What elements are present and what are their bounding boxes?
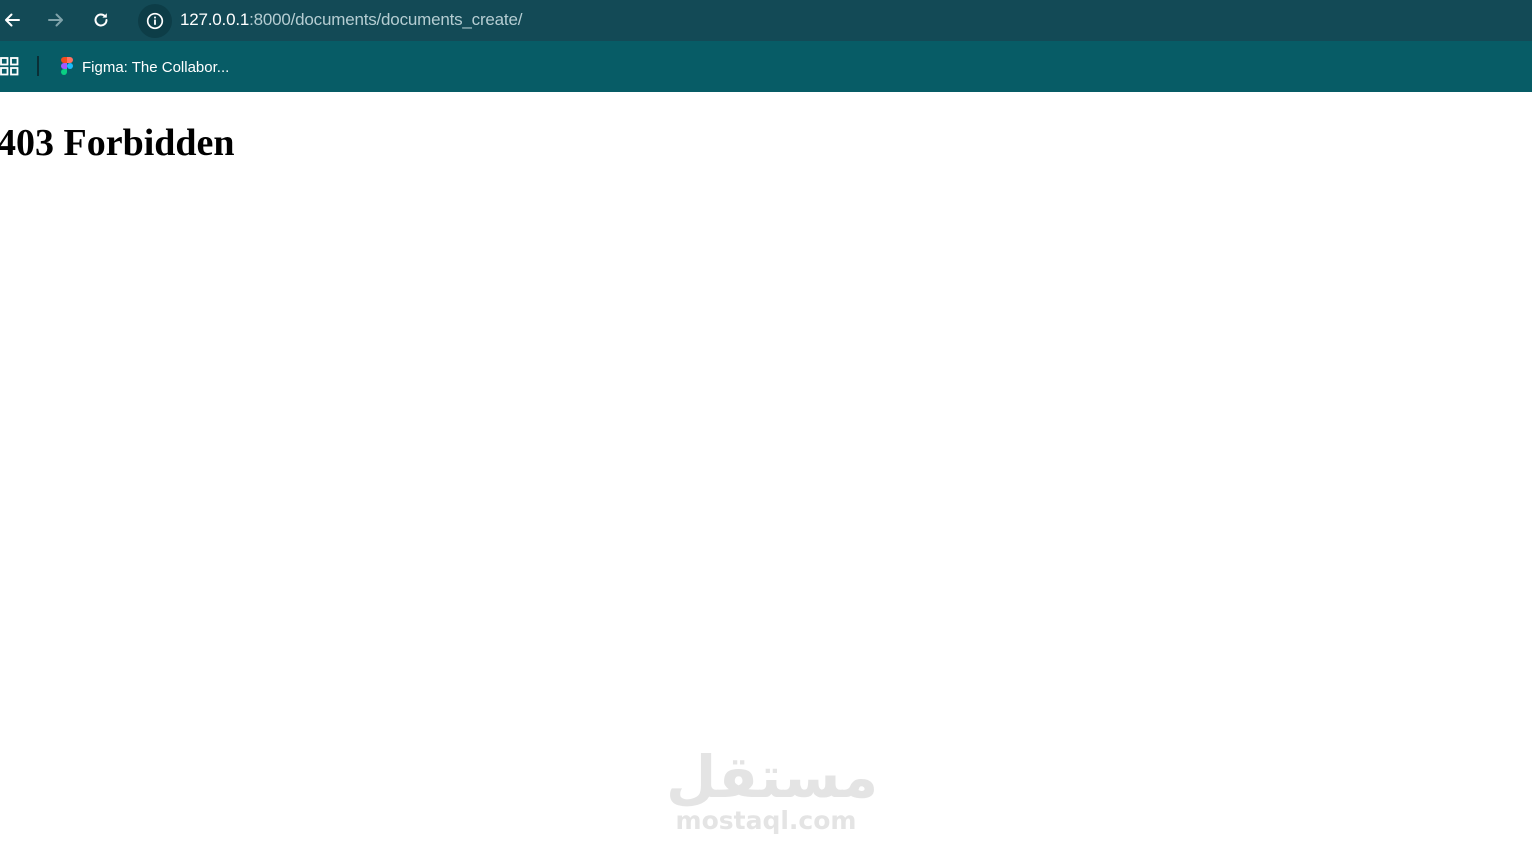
bookmark-figma[interactable]: Figma: The Collabor... bbox=[54, 52, 235, 82]
bookmarks-divider bbox=[37, 56, 39, 76]
watermark: مستقل mostaql.com bbox=[666, 743, 879, 840]
forward-button[interactable] bbox=[40, 4, 72, 36]
address-bar[interactable]: 127.0.0.1:8000/documents/documents_creat… bbox=[134, 0, 1532, 41]
bookmark-label: Figma: The Collabor... bbox=[82, 58, 230, 76]
arrow-left-icon bbox=[5, 13, 20, 27]
info-icon bbox=[146, 12, 164, 30]
site-info-button[interactable] bbox=[138, 4, 172, 38]
watermark-arabic: مستقل bbox=[666, 743, 879, 811]
apps-button[interactable] bbox=[0, 57, 20, 77]
back-button[interactable] bbox=[0, 4, 28, 36]
browser-toolbar: 127.0.0.1:8000/documents/documents_creat… bbox=[0, 0, 1532, 41]
watermark-latin: mostaql.com bbox=[675, 806, 857, 835]
apps-grid-icon bbox=[0, 57, 19, 76]
url-text[interactable]: 127.0.0.1:8000/documents/documents_creat… bbox=[180, 10, 522, 30]
page-title: 403 Forbidden bbox=[0, 122, 235, 164]
page-content: 403 Forbidden bbox=[0, 92, 1532, 855]
reload-button[interactable] bbox=[85, 4, 117, 36]
figma-icon bbox=[61, 57, 73, 75]
url-host: 127.0.0.1 bbox=[180, 10, 250, 29]
bookmarks-bar: Figma: The Collabor... bbox=[0, 41, 1532, 92]
url-path: :8000/documents/documents_create/ bbox=[249, 10, 523, 29]
reload-icon bbox=[94, 13, 108, 27]
arrow-right-icon bbox=[48, 13, 63, 27]
